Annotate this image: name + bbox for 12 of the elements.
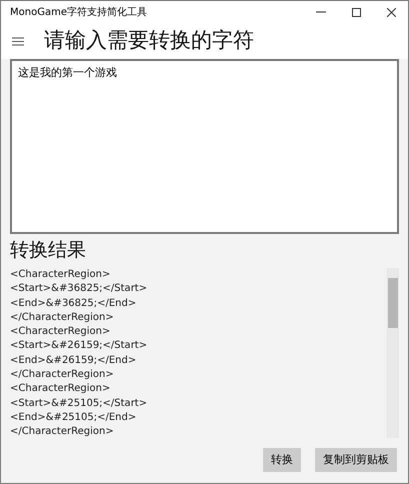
scrollbar[interactable]: [387, 268, 399, 438]
close-icon[interactable]: [387, 8, 396, 16]
convert-button[interactable]: 转换: [263, 448, 301, 472]
section-title: 转换结果: [10, 238, 87, 263]
window-title: MonoGame字符支持简化工具: [10, 6, 147, 20]
menu-icon[interactable]: [12, 36, 24, 46]
copy-button[interactable]: 复制到剪贴板: [315, 448, 397, 472]
maximize-icon[interactable]: [352, 8, 361, 16]
result-text: <CharacterRegion> <Start>&#36825;</Start> <End>&#36825;</End> </CharacterRegion> <CharacterRegion> <Start>&#26159;</Start> <End>&#26159;</End> </CharacterRegion> <CharacterRegion> <Start>&#25105;</Start> <End>&#25105;</End> </CharacterRegion>: [10, 268, 148, 438]
page-title: 请输入需要转换的字符: [44, 27, 254, 54]
input-field[interactable]: 这是我的第一个游戏: [10, 59, 399, 234]
scrollbar-thumb[interactable]: [388, 278, 398, 328]
